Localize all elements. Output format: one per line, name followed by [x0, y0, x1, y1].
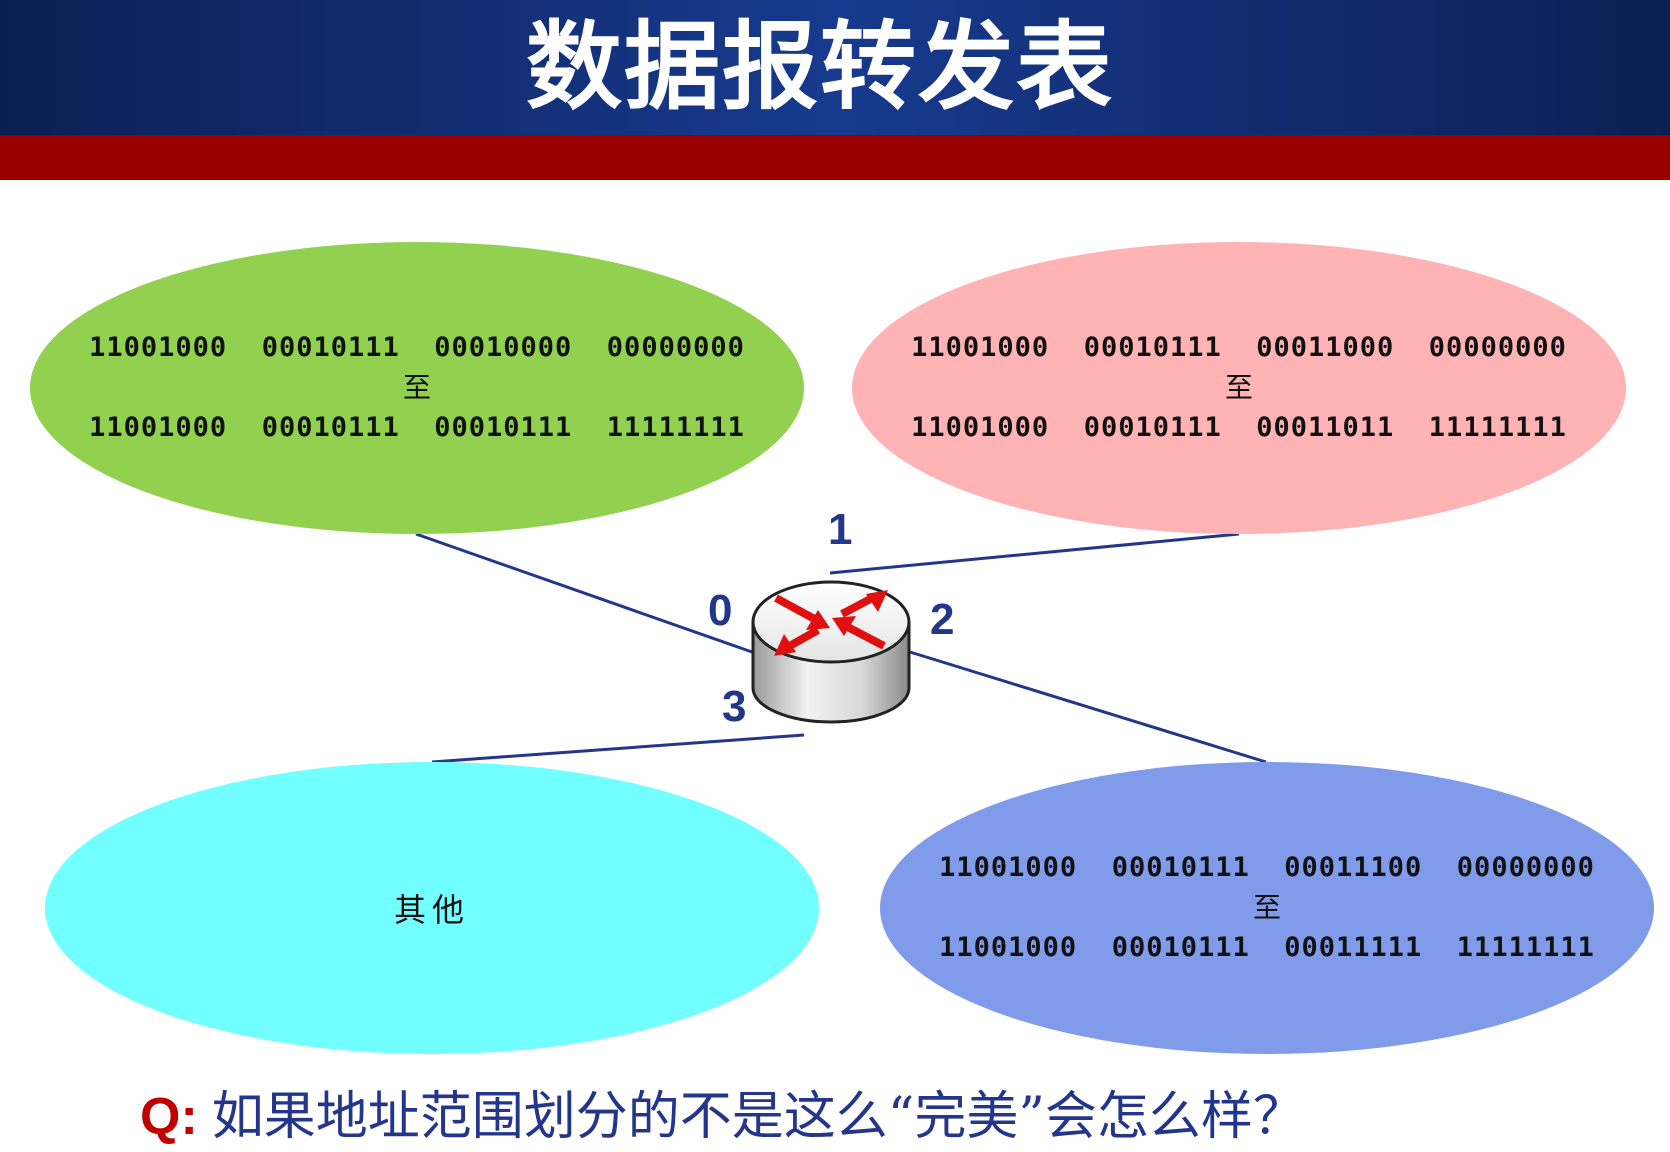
link-port-2	[909, 650, 1267, 764]
range-to-word: 至	[1224, 371, 1253, 404]
range-to-word: 至	[1252, 891, 1281, 924]
range-to-word: 至	[402, 371, 431, 404]
other-label: 其他	[393, 891, 470, 929]
network-port-2: 11001000 00010111 00011100 00000000 至 11…	[880, 762, 1654, 1054]
network-port-0: 11001000 00010111 00010000 00000000 至 11…	[30, 242, 804, 534]
network-port-1: 11001000 00010111 00011000 00000000 至 11…	[852, 242, 1626, 534]
port-label-2: 2	[930, 595, 955, 644]
port-label-1: 1	[828, 505, 853, 554]
range-end: 11001000 00010111 00011111 11111111	[939, 932, 1595, 963]
range-start: 11001000 00010111 00011100 00000000	[939, 852, 1595, 883]
range-end: 11001000 00010111 00010111 11111111	[89, 412, 745, 443]
link-port-0	[415, 532, 753, 654]
router-icon	[751, 580, 911, 724]
range-end: 11001000 00010111 00011011 11111111	[911, 412, 1567, 443]
range-start: 11001000 00010111 00011000 00000000	[911, 332, 1567, 363]
port-label-3: 3	[722, 682, 747, 731]
link-port-1	[829, 532, 1240, 575]
network-port-3: 其他	[45, 762, 819, 1054]
port-label-0: 0	[708, 586, 733, 635]
question-prefix: Q:	[140, 1088, 198, 1146]
range-start: 11001000 00010111 00010000 00000000	[89, 332, 745, 363]
question: Q: 如果地址范围划分的不是这么“完美”会怎么样？	[140, 1082, 1305, 1152]
question-text: 如果地址范围划分的不是这么“完美”会怎么样？	[211, 1087, 1305, 1147]
